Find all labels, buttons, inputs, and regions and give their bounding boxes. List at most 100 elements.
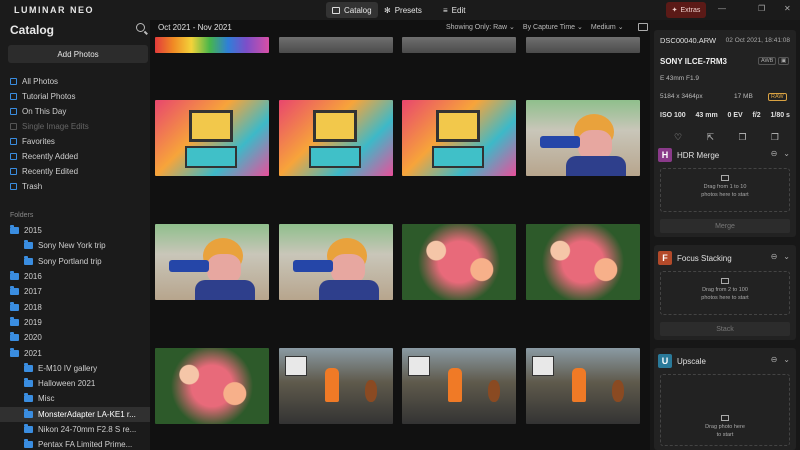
minus-icon[interactable]: ⊖: [771, 355, 778, 364]
folder-icon: [24, 424, 33, 433]
photo-thumbnail[interactable]: [279, 37, 393, 53]
photo-thumbnail[interactable]: [279, 100, 393, 176]
merge-button[interactable]: Merge: [660, 219, 790, 233]
sidebar-item-single-image-edits[interactable]: Single Image Edits: [10, 119, 145, 134]
add-photos-button[interactable]: Add Photos: [8, 45, 148, 63]
sidebar-item-tutorial-photos[interactable]: Tutorial Photos: [10, 89, 145, 104]
mural-shape: [436, 110, 480, 142]
sidebar-item-label: On This Day: [22, 107, 67, 116]
view-mode-icon[interactable]: [638, 23, 648, 31]
photos-icon: [721, 175, 729, 181]
folder-sony-portland[interactable]: Sony Portland trip: [0, 254, 150, 269]
tab-catalog[interactable]: Catalog: [326, 2, 378, 18]
photo-thumbnail[interactable]: [155, 224, 269, 300]
stack-button[interactable]: Stack: [660, 322, 790, 336]
minus-icon[interactable]: ⊖: [771, 252, 778, 261]
tool-title: Focus Stacking: [677, 253, 732, 263]
focus-stacking-icon: F: [658, 251, 672, 265]
folder-icon: [24, 362, 33, 372]
folder-monsteradapter[interactable]: MonsterAdapter LA-KE1 r...: [0, 406, 150, 422]
folder-icon: [10, 286, 19, 296]
iso-value: ISO 100: [660, 112, 686, 119]
drop-text-2: photos here to start: [701, 192, 749, 198]
photo-thumbnail[interactable]: [155, 37, 269, 53]
extras-button[interactable]: ✦ Extras: [666, 2, 706, 18]
photo-thumbnail[interactable]: [402, 100, 516, 176]
thumb-size-dropdown[interactable]: Medium ⌄: [591, 23, 624, 31]
restore-button[interactable]: ❐: [758, 4, 765, 13]
sidebar-item-favorites[interactable]: Favorites: [10, 134, 145, 149]
photo-thumbnail[interactable]: [526, 100, 640, 176]
photos-icon: [721, 278, 729, 284]
photo-thumbnail[interactable]: [402, 348, 516, 424]
close-button[interactable]: ✕: [784, 4, 791, 13]
folder-2018[interactable]: 2018: [0, 299, 150, 314]
drop-text-1: Drag from 1 to 10: [703, 184, 747, 190]
minimize-button[interactable]: —: [718, 4, 726, 13]
exposure-value: 0 EV: [727, 112, 743, 119]
drop-zone[interactable]: Drag from 2 to 100 photos here to start: [660, 271, 790, 315]
photo-thumbnail[interactable]: [155, 100, 269, 176]
folder-sony-new-york[interactable]: Sony New York trip: [0, 238, 150, 253]
folder-em10-gallery[interactable]: E-M10 IV gallery: [0, 361, 150, 376]
photo-thumbnail[interactable]: [279, 224, 393, 300]
photo-thumbnail[interactable]: [526, 37, 640, 53]
camera-model: SONY ILCE-7RM3: [660, 57, 727, 66]
folder-list: 2015 Sony New York trip Sony Portland tr…: [0, 223, 150, 450]
folder-2019[interactable]: 2019: [0, 315, 150, 330]
chevron-down-icon[interactable]: ⌄: [783, 355, 790, 364]
filter-show-dropdown[interactable]: Showing Only: Raw ⌄: [446, 23, 515, 31]
mural-shape: [566, 156, 626, 176]
mural-shape: [293, 260, 333, 272]
chevron-down-icon[interactable]: ⌄: [783, 149, 790, 158]
photo-thumbnail[interactable]: [402, 37, 516, 53]
mural-shape: [313, 110, 357, 142]
search-icon[interactable]: [136, 23, 145, 32]
drop-zone[interactable]: Drag from 1 to 10 photos here to start: [660, 168, 790, 212]
tab-presets[interactable]: ✻ Presets: [378, 2, 428, 18]
folder-nikon-24-70[interactable]: Nikon 24-70mm F2.8 S re...: [0, 422, 150, 437]
tool-controls: ⊖ ⌄: [771, 355, 790, 364]
mural-shape: [185, 146, 237, 168]
photo-thumbnail[interactable]: [279, 348, 393, 424]
folder-halloween-2021[interactable]: Halloween 2021: [0, 376, 150, 391]
folder-2016[interactable]: 2016: [0, 269, 150, 284]
extras-label: Extras: [680, 6, 701, 14]
photo-thumbnail[interactable]: [526, 224, 640, 300]
folder-2017[interactable]: 2017: [0, 284, 150, 299]
tab-edit-label: Edit: [451, 5, 466, 15]
sort-dropdown[interactable]: By Capture Time ⌄: [523, 23, 583, 31]
sidebar-item-label: All Photos: [22, 77, 59, 86]
photo-thumbnail[interactable]: [402, 224, 516, 300]
folder-2020[interactable]: 2020: [0, 330, 150, 345]
single-image-icon: [10, 123, 17, 130]
folder-icon: [24, 378, 33, 388]
sidebar-item-recently-edited[interactable]: Recently Edited: [10, 164, 145, 179]
photos-icon: [721, 415, 729, 421]
tab-edit[interactable]: ≡ Edit: [437, 2, 471, 18]
sidebar-item-trash[interactable]: Trash: [10, 179, 145, 194]
hdr-merge-panel: H HDR Merge ⊖ ⌄ Drag from 1 to 10 photos…: [654, 142, 796, 237]
sidebar-item-label: Recently Edited: [22, 167, 79, 176]
folder-pentax-fa[interactable]: Pentax FA Limited Prime...: [0, 437, 150, 450]
folder-misc[interactable]: Misc: [0, 391, 150, 406]
mural-shape: [195, 280, 255, 300]
sidebar-item-on-this-day[interactable]: On This Day: [10, 104, 145, 119]
folder-icon: [10, 301, 19, 311]
hdr-merge-icon: H: [658, 148, 672, 162]
photo-thumbnail[interactable]: [526, 348, 640, 424]
photo-thumbnail[interactable]: [155, 348, 269, 424]
folder-label: 2018: [24, 302, 42, 312]
folder-label: MonsterAdapter LA-KE1 r...: [38, 409, 136, 419]
folder-2015[interactable]: 2015: [0, 223, 150, 238]
sidebar-item-label: Trash: [22, 182, 43, 191]
drop-text-1: Drag from 2 to 100: [702, 287, 748, 293]
chevron-down-icon[interactable]: ⌄: [783, 252, 790, 261]
app-logo: LUMINAR NEO: [14, 5, 94, 15]
sidebar-item-recently-added[interactable]: Recently Added: [10, 149, 145, 164]
folder-2021[interactable]: 2021: [0, 345, 150, 360]
folder-label: Nikon 24-70mm F2.8 S re...: [38, 425, 137, 434]
drop-zone[interactable]: Drag photo here to start: [660, 374, 790, 446]
minus-icon[interactable]: ⊖: [771, 149, 778, 158]
sidebar-item-all-photos[interactable]: All Photos: [10, 74, 145, 89]
